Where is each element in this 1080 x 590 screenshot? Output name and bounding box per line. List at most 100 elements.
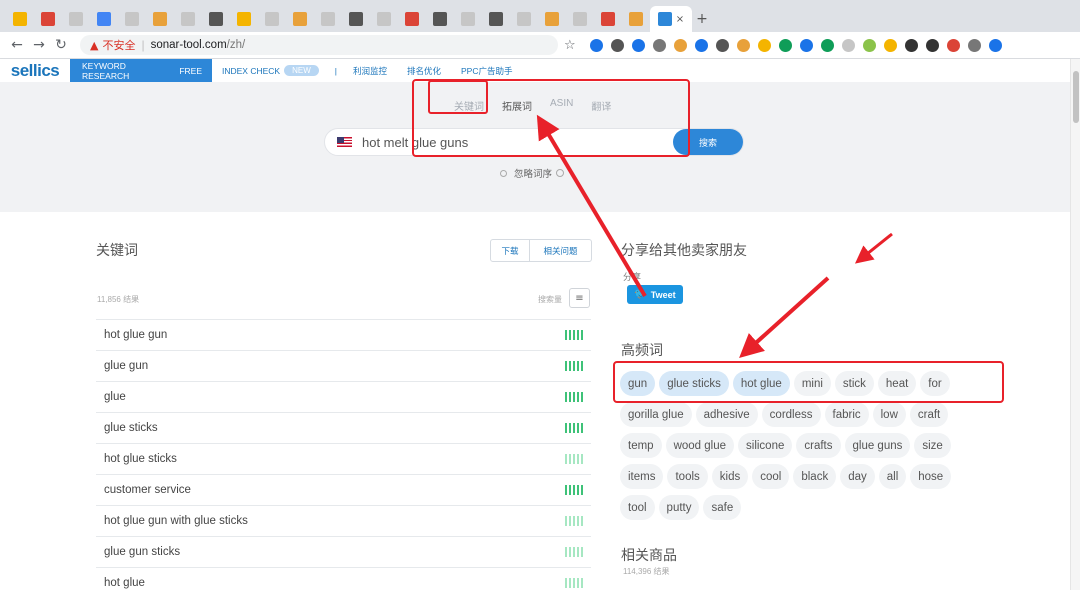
ignore-order-option[interactable]: 忽略词序 xyxy=(500,166,565,180)
extension-icon[interactable] xyxy=(610,38,624,52)
browser-tab[interactable] xyxy=(370,6,398,32)
related-questions-button[interactable]: 相关问题 xyxy=(530,239,592,262)
frequent-word-tag[interactable]: hot glue xyxy=(732,371,790,396)
browser-tab[interactable] xyxy=(594,6,622,32)
frequent-word-tag[interactable]: safe xyxy=(703,495,742,520)
frequent-word-tag[interactable]: items xyxy=(620,464,664,489)
bookmark-star-icon[interactable]: ☆ xyxy=(564,38,576,53)
tweet-button[interactable]: 🐦 Tweet xyxy=(627,285,683,304)
extension-icon[interactable] xyxy=(736,38,750,52)
frequent-word-tag[interactable]: temp xyxy=(620,433,662,458)
frequent-word-tag[interactable]: black xyxy=(793,464,837,489)
frequent-word-tag[interactable]: heat xyxy=(877,371,917,396)
extension-icon[interactable] xyxy=(757,38,771,52)
keyword-row[interactable]: customer service xyxy=(96,474,591,505)
keyword-row[interactable]: hot glue gun xyxy=(96,319,591,350)
keyword-row[interactable]: hot glue sticks xyxy=(96,443,591,474)
frequent-word-tag[interactable]: size xyxy=(914,433,951,458)
extension-icon[interactable] xyxy=(778,38,792,52)
extension-icon[interactable] xyxy=(715,38,729,52)
browser-tab[interactable] xyxy=(174,6,202,32)
keyword-row[interactable]: glue sticks xyxy=(96,412,591,443)
nav-ppc-assistant[interactable]: PPC广告助手 xyxy=(451,59,522,82)
frequent-word-tag[interactable]: hose xyxy=(910,464,952,489)
info-icon[interactable] xyxy=(556,169,565,177)
page-scrollbar[interactable] xyxy=(1070,59,1080,590)
browser-tab[interactable] xyxy=(566,6,594,32)
frequent-word-tag[interactable]: day xyxy=(840,464,875,489)
frequent-word-tag[interactable]: glue guns xyxy=(844,433,911,458)
browser-tab[interactable] xyxy=(342,6,370,32)
frequent-word-tag[interactable]: stick xyxy=(834,371,874,396)
frequent-word-tag[interactable]: fabric xyxy=(824,402,869,427)
browser-tab[interactable] xyxy=(622,6,650,32)
keyword-row[interactable]: glue gun xyxy=(96,350,591,381)
frequent-word-tag[interactable]: wood glue xyxy=(665,433,735,458)
frequent-word-tag[interactable]: tools xyxy=(667,464,708,489)
browser-tab[interactable] xyxy=(314,6,342,32)
frequent-word-tag[interactable]: gorilla glue xyxy=(620,402,692,427)
sellics-logo[interactable]: sellics xyxy=(0,61,70,81)
download-button[interactable]: 下载 xyxy=(490,239,530,262)
browser-tab[interactable] xyxy=(510,6,538,32)
frequent-word-tag[interactable]: kids xyxy=(711,464,749,489)
nav-rank-optimize[interactable]: 排名优化 xyxy=(397,59,451,82)
frequent-word-tag[interactable]: low xyxy=(872,402,906,427)
extension-icon[interactable] xyxy=(988,38,1002,52)
new-tab-icon[interactable]: + xyxy=(692,6,712,32)
keyword-row[interactable]: hot glue xyxy=(96,567,591,590)
nav-index-check[interactable]: INDEX CHECK NEW xyxy=(212,59,329,82)
extension-icon[interactable] xyxy=(925,38,939,52)
browser-tab[interactable] xyxy=(62,6,90,32)
radio-icon[interactable] xyxy=(500,169,507,177)
browser-tab[interactable] xyxy=(286,6,314,32)
browser-tab[interactable] xyxy=(258,6,286,32)
frequent-word-tag[interactable]: glue sticks xyxy=(659,371,729,396)
nav-profit-monitor[interactable]: 利润监控 xyxy=(343,59,397,82)
address-bar[interactable]: ▲ 不安全 | sonar-tool.com/zh/ xyxy=(80,35,558,55)
frequent-word-tag[interactable]: cool xyxy=(752,464,790,489)
browser-tab[interactable] xyxy=(454,6,482,32)
frequent-word-tag[interactable]: craft xyxy=(909,402,949,427)
frequent-word-tag[interactable]: cordless xyxy=(761,402,821,427)
browser-tab[interactable] xyxy=(146,6,174,32)
frequent-word-tag[interactable]: putty xyxy=(658,495,700,520)
tab-close-icon[interactable]: × xyxy=(676,14,684,25)
extension-icon[interactable] xyxy=(589,38,603,52)
extension-icon[interactable] xyxy=(799,38,813,52)
frequent-word-tag[interactable]: mini xyxy=(793,371,831,396)
tab-keyword[interactable]: 关键词 xyxy=(454,98,484,113)
frequent-word-tag[interactable]: all xyxy=(878,464,907,489)
frequent-word-tag[interactable]: adhesive xyxy=(695,402,758,427)
extension-icon[interactable] xyxy=(946,38,960,52)
reload-icon[interactable]: ↻ xyxy=(50,34,72,56)
extension-icon[interactable] xyxy=(673,38,687,52)
scrollbar-thumb[interactable] xyxy=(1073,71,1079,123)
browser-tab[interactable] xyxy=(398,6,426,32)
search-input[interactable]: hot melt glue guns xyxy=(362,135,673,150)
browser-tab-active[interactable]: × xyxy=(650,6,692,32)
extension-icon[interactable] xyxy=(967,38,981,52)
frequent-word-tag[interactable]: gun xyxy=(620,371,656,396)
sort-icon[interactable]: ≡ xyxy=(569,288,590,308)
frequent-word-tag[interactable]: for xyxy=(920,371,950,396)
extension-icon[interactable] xyxy=(631,38,645,52)
keyword-row[interactable]: glue xyxy=(96,381,591,412)
tab-expand-keyword[interactable]: 拓展词 xyxy=(502,98,532,113)
extension-icon[interactable] xyxy=(820,38,834,52)
browser-tab[interactable] xyxy=(118,6,146,32)
us-flag-icon[interactable] xyxy=(337,137,352,147)
browser-tab[interactable] xyxy=(230,6,258,32)
browser-tab[interactable] xyxy=(482,6,510,32)
browser-tab[interactable] xyxy=(90,6,118,32)
extension-icon[interactable] xyxy=(862,38,876,52)
extension-icon[interactable] xyxy=(883,38,897,52)
keyword-row[interactable]: hot glue gun with glue sticks xyxy=(96,505,591,536)
forward-arrow-icon[interactable]: → xyxy=(28,34,50,56)
keyword-row[interactable]: glue gun sticks xyxy=(96,536,591,567)
back-arrow-icon[interactable]: ← xyxy=(6,34,28,56)
frequent-word-tag[interactable]: silicone xyxy=(738,433,793,458)
nav-keyword-research[interactable]: KEYWORD RESEARCH FREE xyxy=(70,59,212,82)
browser-tab[interactable] xyxy=(538,6,566,32)
extension-icon[interactable] xyxy=(904,38,918,52)
